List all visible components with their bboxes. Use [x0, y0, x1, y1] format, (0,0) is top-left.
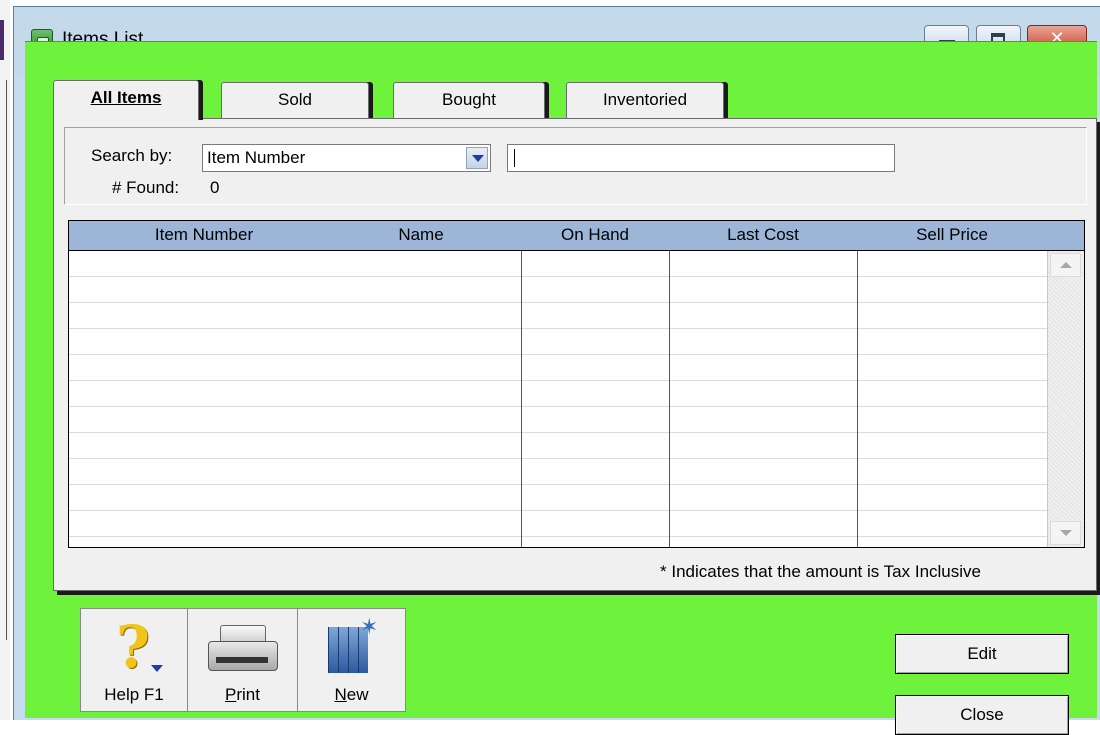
- print-label: Print: [225, 685, 260, 704]
- column-divider: [521, 251, 522, 547]
- new-label: New: [334, 685, 369, 704]
- tab-bought[interactable]: Bought: [393, 82, 545, 118]
- table-body[interactable]: [69, 251, 1047, 547]
- new-label-rest: ew: [346, 685, 369, 704]
- search-group: Search by: Item Number # Found: 0: [64, 127, 1087, 205]
- tab-inventoried-label: Inventoried: [602, 90, 688, 109]
- bottom-toolbar: ? Help F1 Print ✶ New: [80, 608, 406, 712]
- help-dropdown-icon: [151, 665, 163, 672]
- new-item-icon: ✶: [326, 617, 378, 677]
- column-divider: [857, 251, 858, 547]
- scroll-down-icon[interactable]: [1050, 521, 1081, 545]
- text-caret: [514, 149, 515, 167]
- edit-button[interactable]: Edit: [895, 634, 1069, 674]
- column-last-cost[interactable]: Last Cost: [669, 225, 857, 245]
- help-icon: ?: [116, 613, 150, 681]
- column-sell-price[interactable]: Sell Price: [857, 225, 1047, 245]
- client-area: All Items Sold Bought Inventoried Search…: [25, 41, 1097, 735]
- items-list-window: Items List ✕ All Items Sold Bought Inven…: [13, 6, 1100, 735]
- vertical-scrollbar[interactable]: [1047, 251, 1084, 547]
- tab-all-items-label: All Items: [90, 88, 162, 107]
- tab-all-items[interactable]: All Items: [53, 80, 199, 120]
- printer-icon: [206, 619, 280, 679]
- new-button[interactable]: ✶ New: [298, 609, 405, 711]
- search-input[interactable]: [507, 144, 895, 172]
- help-label: Help F1: [104, 685, 164, 704]
- tab-sold-label: Sold: [277, 90, 313, 109]
- search-by-select[interactable]: Item Number: [202, 144, 491, 172]
- search-by-value: Item Number: [207, 148, 306, 167]
- dropdown-arrow-icon[interactable]: [466, 147, 488, 169]
- table-header: Item Number Name On Hand Last Cost Sell …: [69, 221, 1084, 251]
- found-label: # Found:: [112, 178, 180, 197]
- print-button[interactable]: Print: [188, 609, 298, 711]
- column-divider: [669, 251, 670, 547]
- close-label: Close: [960, 705, 1004, 724]
- tax-inclusive-note: * Indicates that the amount is Tax Inclu…: [660, 562, 981, 581]
- desktop-edge: [0, 0, 10, 720]
- tab-inventoried[interactable]: Inventoried: [566, 82, 724, 118]
- tab-bought-label: Bought: [442, 90, 496, 109]
- items-table[interactable]: Item Number Name On Hand Last Cost Sell …: [68, 220, 1085, 548]
- close-button[interactable]: Close: [895, 695, 1069, 735]
- column-name[interactable]: Name: [339, 225, 503, 245]
- found-count: 0: [210, 178, 220, 197]
- search-by-label: Search by:: [91, 146, 173, 165]
- tab-sold[interactable]: Sold: [221, 82, 369, 118]
- column-on-hand[interactable]: On Hand: [521, 225, 669, 245]
- scroll-up-icon[interactable]: [1050, 253, 1081, 277]
- items-panel: Search by: Item Number # Found: 0 Item N…: [53, 118, 1097, 591]
- print-label-rest: rint: [236, 685, 260, 704]
- help-button[interactable]: ? Help F1: [81, 609, 188, 711]
- edit-label: Edit: [967, 644, 997, 663]
- column-item-number[interactable]: Item Number: [69, 225, 339, 245]
